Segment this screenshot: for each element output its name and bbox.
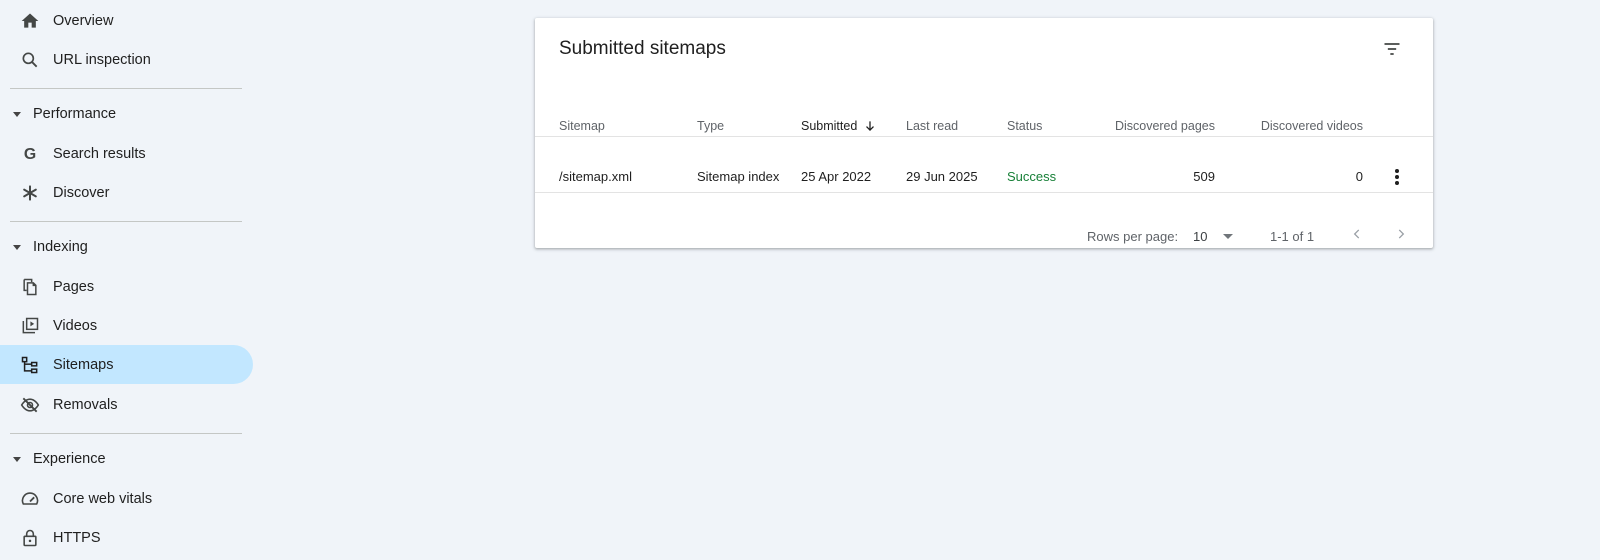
google-g-icon: G — [20, 144, 40, 164]
table-divider — [535, 136, 1433, 137]
sidebar-item-label: Search results — [53, 145, 146, 162]
chevron-left-icon — [1353, 229, 1360, 239]
arrow-down-icon — [866, 121, 875, 131]
sidebar-item-search-results[interactable]: G Search results — [0, 134, 253, 173]
column-header-last-read[interactable]: Last read — [906, 119, 958, 133]
sidebar-item-label: Overview — [53, 12, 114, 29]
row-actions-button[interactable] — [1385, 163, 1409, 191]
home-icon — [20, 11, 40, 31]
sidebar-item-sitemaps[interactable]: Sitemaps — [0, 345, 253, 384]
sidebar-item-label: Removals — [53, 396, 118, 413]
sidebar-divider — [10, 433, 242, 434]
video-icon — [20, 316, 40, 336]
cell-last-read: 29 Jun 2025 — [906, 169, 978, 184]
sidebar-item-https[interactable]: HTTPS — [0, 518, 253, 557]
rows-per-page-label: Rows per page: — [1087, 229, 1179, 244]
sidebar-item-pages[interactable]: Pages — [0, 267, 253, 306]
cell-discovered-videos: 0 — [1355, 169, 1363, 184]
column-header-type[interactable]: Type — [697, 119, 724, 133]
sidebar-item-label: Videos — [53, 317, 98, 334]
chevron-right-icon — [1398, 229, 1405, 239]
submitted-sitemaps-card: Submitted sitemaps Sitemap Type Submitte… — [535, 18, 1433, 248]
card-title: Submitted sitemaps — [559, 38, 726, 59]
column-header-discovered-videos[interactable]: Discovered videos — [1233, 119, 1363, 133]
sidebar-divider — [10, 221, 242, 222]
sidebar-section-indexing[interactable]: Indexing — [0, 229, 253, 265]
column-header-discovered-pages[interactable]: Discovered pages — [1095, 119, 1215, 133]
sidebar-item-overview[interactable]: Overview — [0, 1, 253, 40]
section-label: Indexing — [33, 239, 88, 255]
sidebar-item-label: Discover — [53, 184, 110, 201]
section-label: Performance — [33, 106, 117, 122]
eye-off-icon — [20, 395, 40, 415]
sidebar-item-videos[interactable]: Videos — [0, 306, 253, 345]
svg-text:G: G — [24, 146, 36, 163]
caret-down-icon — [13, 111, 21, 117]
sidebar-item-discover[interactable]: Discover — [0, 173, 253, 212]
table-divider — [535, 192, 1433, 193]
cell-sitemap: /sitemap.xml — [559, 169, 632, 184]
filter-icon — [1384, 43, 1400, 55]
sidebar-section-performance[interactable]: Performance — [0, 96, 253, 132]
sidebar-divider — [10, 88, 242, 89]
sidebar-item-core-web-vitals[interactable]: Core web vitals — [0, 479, 253, 518]
more-vert-icon — [1395, 169, 1399, 185]
caret-down-icon — [13, 456, 21, 462]
sidebar-section-experience[interactable]: Experience — [0, 441, 253, 477]
sidebar-item-label: Pages — [53, 278, 95, 295]
caret-down-icon — [13, 244, 21, 250]
column-header-status[interactable]: Status — [1007, 119, 1042, 133]
section-label: Experience — [33, 451, 106, 467]
sidebar: Overview URL inspection Performance G Se… — [0, 0, 256, 560]
previous-page-button[interactable] — [1345, 222, 1369, 246]
lock-icon — [20, 528, 40, 548]
rows-per-page-select[interactable]: 10 — [1193, 224, 1241, 248]
next-page-button[interactable] — [1389, 222, 1413, 246]
sidebar-item-url-inspection[interactable]: URL inspection — [0, 40, 253, 79]
rows-per-page-value: 10 — [1193, 228, 1208, 244]
dropdown-arrow-icon — [1223, 233, 1234, 239]
filter-button[interactable] — [1377, 34, 1407, 64]
pages-icon — [20, 277, 40, 297]
cell-discovered-pages: 509 — [1193, 169, 1215, 184]
sidebar-item-label: URL inspection — [53, 51, 151, 68]
column-header-sitemap[interactable]: Sitemap — [559, 119, 605, 133]
sitemap-icon — [20, 355, 40, 375]
cell-type: Sitemap index — [697, 169, 780, 184]
pagination-range: 1-1 of 1 — [1270, 229, 1315, 244]
cell-submitted: 25 Apr 2022 — [801, 169, 872, 184]
cell-status: Success — [1007, 169, 1057, 184]
sidebar-item-label: Core web vitals — [53, 490, 153, 507]
speedometer-icon — [20, 489, 40, 509]
sidebar-item-label: Sitemaps — [53, 356, 114, 373]
sidebar-item-label: HTTPS — [53, 529, 101, 546]
column-header-submitted[interactable]: Submitted — [801, 119, 877, 133]
sidebar-item-removals[interactable]: Removals — [0, 385, 253, 424]
asterisk-icon — [20, 183, 40, 203]
search-icon — [20, 50, 40, 70]
